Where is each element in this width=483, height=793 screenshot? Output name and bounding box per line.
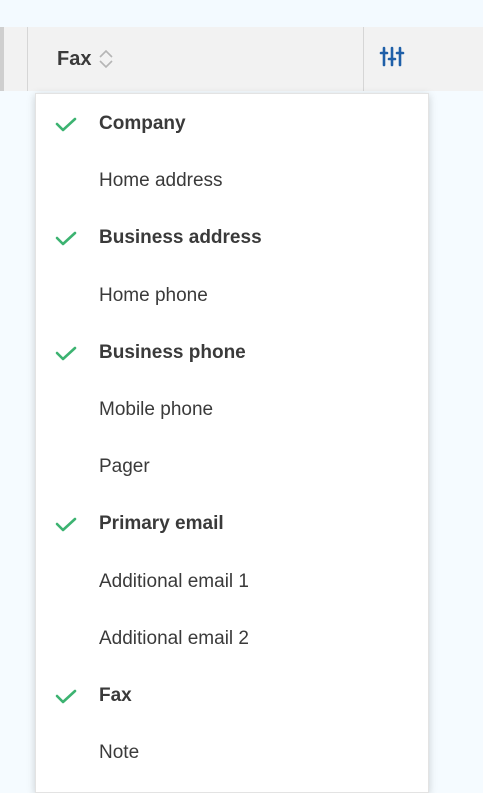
- sort-updown-icon[interactable]: [97, 47, 115, 71]
- menu-item-label: Pager: [99, 456, 150, 478]
- menu-item-label: Home address: [99, 170, 223, 192]
- column-header-fax[interactable]: Fax: [57, 44, 115, 74]
- menu-item[interactable]: Business address: [36, 210, 428, 266]
- menu-item[interactable]: Note: [36, 725, 428, 781]
- menu-item-label: Note: [99, 742, 140, 764]
- column-header-label: Fax: [57, 47, 92, 70]
- menu-item[interactable]: Home address: [36, 153, 428, 209]
- checkmark-icon: [54, 229, 78, 247]
- menu-item-label: Primary email: [99, 513, 224, 535]
- header-left-edge: [0, 27, 4, 91]
- checkmark-icon: [54, 115, 78, 133]
- menu-item[interactable]: Fax: [36, 668, 428, 724]
- checkmark-icon: [54, 344, 78, 362]
- top-strip: [0, 0, 483, 27]
- column-settings-button[interactable]: [372, 40, 412, 76]
- menu-item-label: Business address: [99, 227, 262, 249]
- menu-item-label: Additional email 1: [99, 570, 249, 592]
- column-divider: [27, 27, 28, 91]
- menu-item-label: Fax: [99, 685, 132, 706]
- menu-item[interactable]: Business phone: [36, 325, 428, 381]
- menu-item[interactable]: Mobile phone: [36, 382, 428, 438]
- menu-item-label: Mobile phone: [99, 399, 214, 420]
- right-edge: [469, 91, 483, 776]
- menu-item[interactable]: Pager: [36, 439, 428, 495]
- menu-item[interactable]: Additional email 2: [36, 611, 428, 667]
- checkmark-icon: [54, 687, 78, 705]
- menu-item-label: Additional email 2: [99, 627, 249, 649]
- checkmark-icon: [54, 515, 78, 533]
- menu-item[interactable]: Home phone: [36, 268, 428, 324]
- column-divider: [363, 27, 364, 91]
- menu-item-label: Home phone: [99, 284, 208, 306]
- menu-item[interactable]: Primary email: [36, 496, 428, 552]
- menu-item[interactable]: Additional email 1: [36, 554, 428, 610]
- menu-item-label: Company: [99, 113, 186, 134]
- column-settings-icon: [379, 45, 405, 72]
- menu-item[interactable]: Company: [36, 96, 428, 152]
- menu-item-label: Business phone: [99, 341, 246, 363]
- column-chooser-menu: Company Home address Business address Home …: [35, 93, 429, 793]
